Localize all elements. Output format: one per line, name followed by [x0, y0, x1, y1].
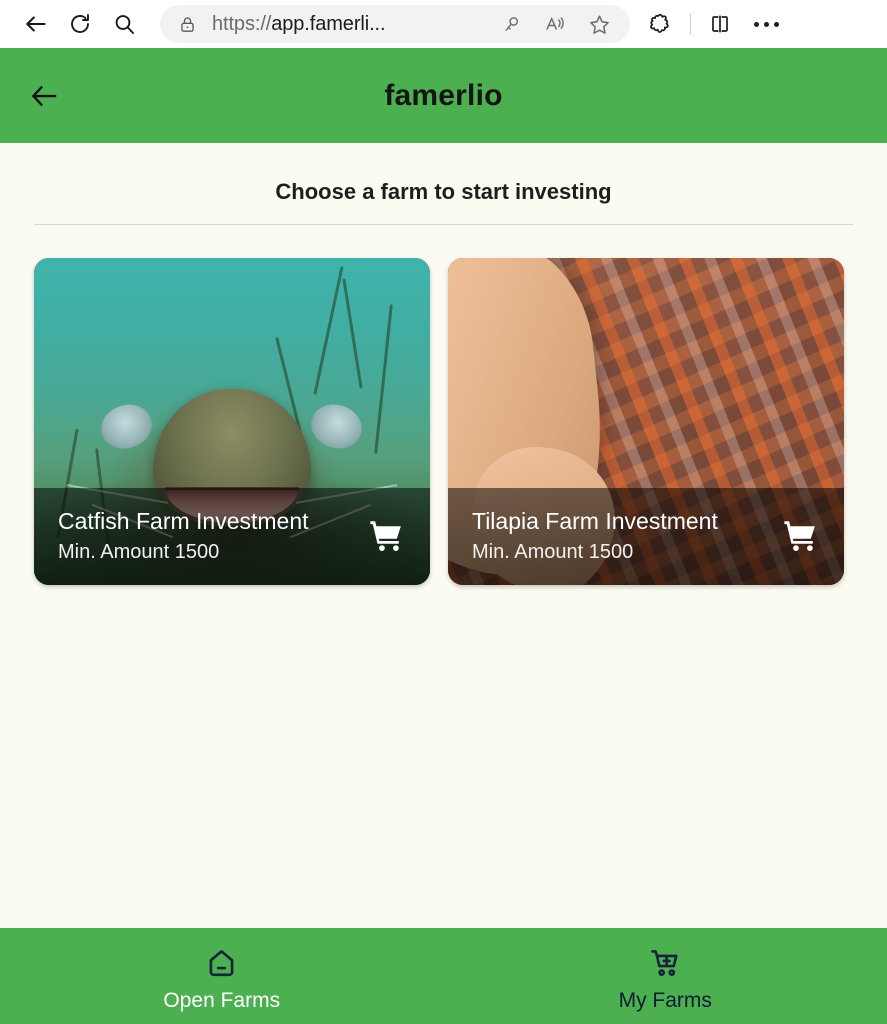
toolbar-divider	[690, 13, 691, 35]
url-host: app.famerli...	[271, 12, 386, 35]
read-aloud-icon[interactable]	[534, 5, 576, 43]
tilapia-card-overlay: Tilapia Farm Investment Min. Amount 1500	[448, 488, 844, 585]
url-text[interactable]: https://app.famerli...	[202, 13, 488, 36]
settings-and-more-icon[interactable]	[743, 4, 789, 44]
catfish-card-texts: Catfish Farm Investment Min. Amount 1500	[58, 507, 364, 566]
tilapia-card-min-amount: Min. Amount 1500	[472, 541, 634, 564]
address-bar[interactable]: https://app.famerli...	[160, 5, 630, 43]
add-favorite-star-icon[interactable]	[578, 5, 620, 43]
farm-card-grid: Catfish Farm Investment Min. Amount 1500	[34, 225, 853, 585]
main-content: Choose a farm to start investing Catfish…	[0, 143, 887, 585]
home-icon	[205, 946, 238, 982]
catfish-card-overlay: Catfish Farm Investment Min. Amount 1500	[34, 488, 430, 585]
browser-toolbar-right	[638, 4, 873, 44]
app-title: famerlio	[384, 78, 503, 112]
nav-tab-my-farms[interactable]: My Farms	[444, 928, 887, 1024]
browser-refresh-button[interactable]	[58, 4, 102, 44]
site-information-lock-icon[interactable]	[174, 15, 200, 34]
password-key-icon[interactable]	[490, 5, 532, 43]
shopping-cart-icon[interactable]	[364, 514, 408, 558]
url-scheme: https://	[212, 12, 272, 35]
app-back-button[interactable]	[24, 76, 64, 116]
browser-back-button[interactable]	[14, 4, 58, 44]
catfish-card-min-amount: Min. Amount 1500	[58, 541, 220, 564]
cart-plus-icon	[649, 946, 682, 982]
app-viewport: famerlio Choose a farm to start investin…	[0, 48, 887, 1024]
farm-card-catfish[interactable]: Catfish Farm Investment Min. Amount 1500	[34, 258, 430, 585]
extensions-puzzle-icon[interactable]	[638, 4, 684, 44]
nav-label-my-farms: My Farms	[618, 988, 712, 1012]
nav-tab-open-farms[interactable]: Open Farms	[0, 928, 444, 1024]
shopping-cart-icon[interactable]	[778, 514, 822, 558]
nav-label-open-farms: Open Farms	[163, 988, 281, 1012]
farm-card-tilapia[interactable]: Tilapia Farm Investment Min. Amount 1500	[448, 258, 844, 585]
tilapia-card-texts: Tilapia Farm Investment Min. Amount 1500	[472, 507, 778, 566]
catfish-left-fin	[96, 398, 159, 455]
browser-search-button[interactable]	[102, 4, 146, 44]
page-title: Choose a farm to start investing	[275, 179, 612, 204]
app-header: famerlio	[0, 48, 887, 143]
split-screen-icon[interactable]	[697, 4, 743, 44]
catfish-card-title: Catfish Farm Investment	[58, 507, 309, 534]
browser-toolbar: https://app.famerli...	[0, 0, 887, 48]
bottom-navigation: Open Farms My Farms	[0, 928, 887, 1024]
tilapia-card-title: Tilapia Farm Investment	[472, 507, 718, 534]
catfish-right-fin	[305, 398, 368, 455]
